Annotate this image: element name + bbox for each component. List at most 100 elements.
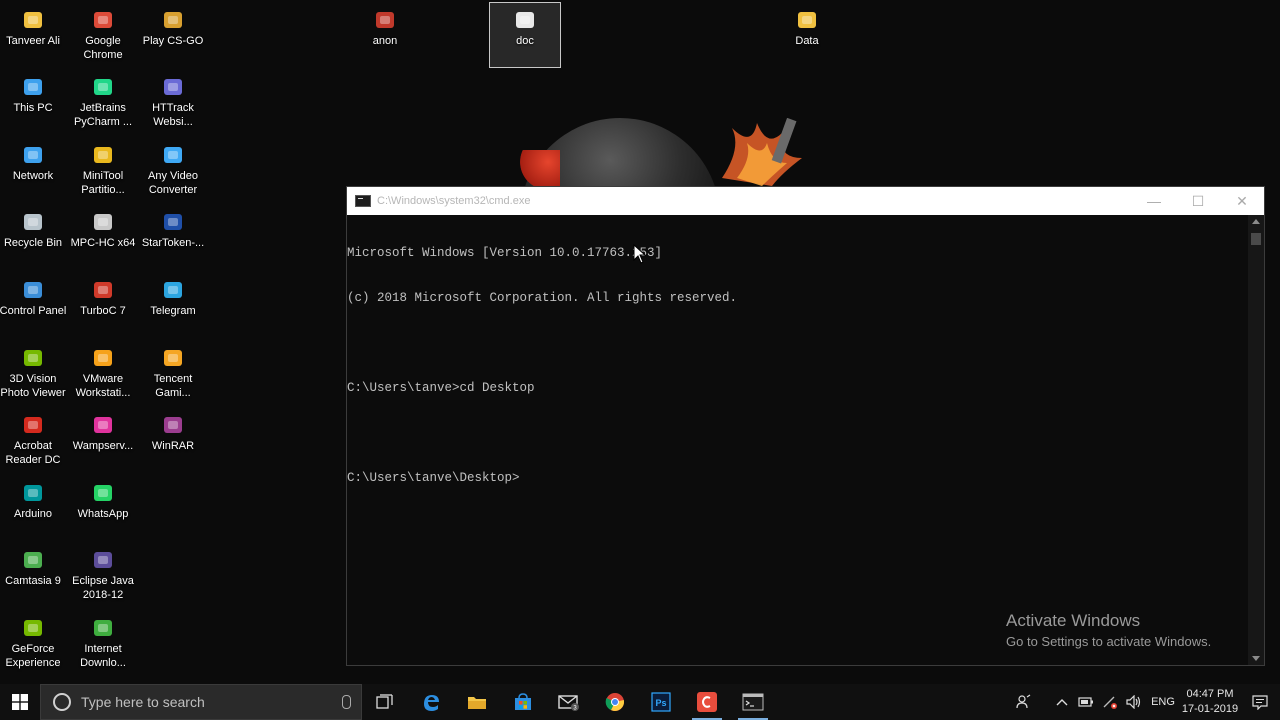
minimize-button[interactable]: — <box>1132 187 1176 215</box>
desktop-icon-acrobat-reader-dc[interactable]: Acrobat Reader DC <box>0 408 68 472</box>
taskbar-edge[interactable] <box>408 684 454 720</box>
cortana-icon <box>53 693 71 711</box>
desktop-icon-label: Acrobat Reader DC <box>5 440 61 466</box>
desktop-icon-any-video-converter[interactable]: Any Video Converter <box>138 138 208 202</box>
microphone-icon[interactable] <box>342 695 351 709</box>
volume-icon[interactable] <box>1122 684 1146 720</box>
desktop-icon-label: Internet Downlo... <box>80 643 126 669</box>
desktop-icon-recycle-bin[interactable]: Recycle Bin <box>0 205 68 269</box>
desktop-icon-whatsapp[interactable]: WhatsApp <box>68 476 138 540</box>
desktop-icon-label: HTTrack Websi... <box>152 102 194 128</box>
desktop-icon-label: Tanveer Ali <box>6 35 60 47</box>
desktop-icon-winrar[interactable]: WinRAR <box>138 408 208 472</box>
desktop-icon-wampserv[interactable]: Wampserv... <box>68 408 138 472</box>
desktop-icon-label: VMware Workstati... <box>75 373 131 399</box>
task-view-button[interactable] <box>362 684 408 720</box>
desktop-icon-vmware-workstati[interactable]: VMware Workstati... <box>68 341 138 405</box>
mpc-hc-icon <box>94 214 112 230</box>
desktop-icon-label: Play CS-GO <box>142 35 204 47</box>
network-disconnected-icon[interactable] <box>1098 684 1122 720</box>
desktop-icon-startoken[interactable]: StarToken-... <box>138 205 208 269</box>
cmd-window[interactable]: C:\Windows\system32\cmd.exe — ☐ ✕ Micros… <box>346 186 1265 666</box>
desktop-icon-eclipse-java-2018-12[interactable]: Eclipse Java 2018-12 <box>68 543 138 607</box>
start-button[interactable] <box>0 684 40 720</box>
taskbar-store[interactable] <box>500 684 546 720</box>
people-icon[interactable] <box>1012 684 1036 720</box>
activate-subtitle: Go to Settings to activate Windows. <box>1006 634 1212 649</box>
desktop-icon-label: TurboC 7 <box>80 305 126 317</box>
desktop-icon-network[interactable]: Network <box>0 138 68 202</box>
desktop-icon-label: Control Panel <box>0 305 67 317</box>
desktop-icon-label: Telegram <box>150 305 196 317</box>
desktop-icon-this-pc[interactable]: This PC <box>0 70 68 134</box>
cmd-console[interactable]: Microsoft Windows [Version 10.0.17763.25… <box>347 215 1248 665</box>
desktop-icon-tencent-gami[interactable]: Tencent Gami... <box>138 341 208 405</box>
desktop-icon-control-panel[interactable]: Control Panel <box>0 273 68 337</box>
anon-icon <box>376 12 394 28</box>
console-line: C:\Users\tanve>cd Desktop <box>347 381 535 395</box>
desktop-icon-telegram[interactable]: Telegram <box>138 273 208 337</box>
clock-date: 17-01-2019 <box>1181 703 1239 715</box>
cmd-icon <box>742 693 764 711</box>
wallpaper-accent <box>520 150 560 190</box>
taskbar-clock[interactable]: 04:47 PM 17-01-2019 <box>1180 687 1240 717</box>
maximize-button[interactable]: ☐ <box>1176 187 1220 215</box>
scroll-down-icon[interactable] <box>1252 656 1260 661</box>
scroll-thumb[interactable] <box>1251 233 1261 245</box>
cmd-app-icon[interactable] <box>355 195 371 207</box>
scroll-up-icon[interactable] <box>1252 219 1260 224</box>
desktop-icon-google-chrome[interactable]: Google Chrome <box>68 3 138 67</box>
taskbar-search-box[interactable]: Type here to search <box>40 684 362 720</box>
telegram-icon <box>164 282 182 298</box>
desktop-icon-minitool-partitio[interactable]: MiniTool Partitio... <box>68 138 138 202</box>
taskbar-photoshop[interactable]: Ps <box>638 684 684 720</box>
taskbar: Type here to search 3 Ps ENG 04:47 PM 17… <box>0 684 1280 720</box>
battery-icon[interactable] <box>1074 684 1098 720</box>
chevron-up-icon[interactable] <box>1050 684 1074 720</box>
store-icon <box>515 693 531 710</box>
desktop-icon-label: MiniTool Partitio... <box>81 170 125 196</box>
desktop-icon-label: Recycle Bin <box>3 237 63 249</box>
action-center-button[interactable] <box>1240 684 1280 720</box>
desktop-icon-anon[interactable]: anon <box>350 3 420 67</box>
taskbar-file-explorer[interactable] <box>454 684 500 720</box>
cmd-title: C:\Windows\system32\cmd.exe <box>377 195 531 207</box>
language-indicator[interactable]: ENG <box>1146 696 1180 708</box>
taskbar-chrome[interactable] <box>592 684 638 720</box>
desktop-icon-camtasia-9[interactable]: Camtasia 9 <box>0 543 68 607</box>
wallpaper-flames <box>722 118 802 186</box>
desktop-icon-httrack-websi[interactable]: HTTrack Websi... <box>138 70 208 134</box>
taskbar-cmd[interactable] <box>730 684 776 720</box>
winrar-icon <box>164 417 182 433</box>
desktop-icon-play-cs-go[interactable]: Play CS-GO <box>138 3 208 67</box>
close-button[interactable]: ✕ <box>1220 187 1264 215</box>
cmd-titlebar[interactable]: C:\Windows\system32\cmd.exe — ☐ ✕ <box>347 187 1264 215</box>
desktop-icon-label: Eclipse Java 2018-12 <box>72 575 134 601</box>
notification-icon <box>1252 695 1268 710</box>
vmware-icon <box>94 350 112 366</box>
desktop-icon-label: StarToken-... <box>141 237 205 249</box>
video-converter-icon <box>164 147 182 163</box>
desktop-icon-internet-downlo[interactable]: Internet Downlo... <box>68 611 138 675</box>
taskbar-mail[interactable]: 3 <box>546 684 592 720</box>
desktop-icon-mpc-hc-x64[interactable]: MPC-HC x64 <box>68 205 138 269</box>
svg-text:Ps: Ps <box>655 698 666 708</box>
desktop-icon-geforce-experience[interactable]: GeForce Experience <box>0 611 68 675</box>
desktop-icon-data[interactable]: Data <box>772 3 842 67</box>
desktop-icon-3d-vision-photo-viewer[interactable]: 3D Vision Photo Viewer <box>0 341 68 405</box>
clock-time: 04:47 PM <box>1186 688 1234 700</box>
desktop-icon-tanveer-ali[interactable]: Tanveer Ali <box>0 3 68 67</box>
desktop-icon-label: This PC <box>13 102 53 114</box>
chrome-icon <box>605 693 625 711</box>
cmd-scrollbar[interactable] <box>1248 215 1264 665</box>
desktop-icon-label: WhatsApp <box>77 508 129 520</box>
folder-icon <box>798 12 816 28</box>
desktop-icon-label: GeForce Experience <box>5 643 61 669</box>
desktop-icon-turboc-7[interactable]: TurboC 7 <box>68 273 138 337</box>
activate-windows-watermark: Activate Windows Go to Settings to activ… <box>1006 611 1211 651</box>
taskbar-camtasia[interactable] <box>684 684 730 720</box>
desktop-icon-arduino[interactable]: Arduino <box>0 476 68 540</box>
desktop-icon-doc[interactable]: doc <box>489 2 561 68</box>
desktop-icon-jetbrains-pycharm[interactable]: JetBrains PyCharm ... <box>68 70 138 134</box>
pycharm-icon <box>94 79 112 95</box>
